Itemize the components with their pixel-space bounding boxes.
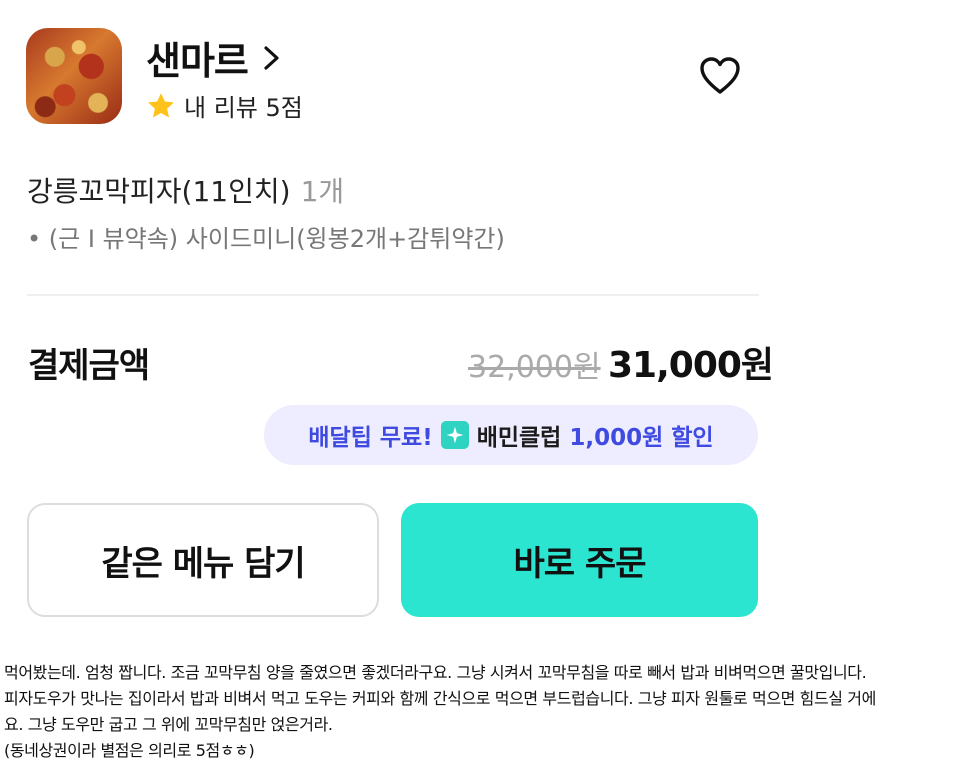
order-now-button[interactable]: 바로 주문 <box>401 503 758 617</box>
promo-badge: 배달팁 무료! 배민클럽 1,000원 할인 <box>264 405 758 465</box>
final-price: 31,000원 <box>608 345 774 386</box>
club-prefix-text: 배민클럽 <box>476 425 562 451</box>
add-same-menu-button[interactable]: 같은 메뉴 담기 <box>27 503 379 617</box>
heart-icon[interactable] <box>699 56 741 96</box>
menu-quantity: 1개 <box>300 175 345 208</box>
my-review-label: 내 리뷰 5점 <box>184 94 303 122</box>
payment-label: 결제금액 <box>28 346 150 386</box>
original-price: 32,000원 <box>468 350 601 385</box>
menu-name: 강릉꼬막피자(11인치) <box>27 175 291 208</box>
store-thumbnail-image[interactable] <box>26 28 122 124</box>
menu-item: 강릉꼬막피자(11인치) 1개 <box>27 170 344 210</box>
free-delivery-text: 배달팁 무료! <box>308 425 433 451</box>
sparkle-icon <box>446 426 464 444</box>
review-line: (동네상권이라 별점은 의리로 5점ㅎㅎ) <box>4 741 255 760</box>
review-line: 피자도우가 맛나는 집이라서 밥과 비벼서 먹고 도우는 커피와 함께 간식으로… <box>4 689 876 708</box>
chevron-right-icon <box>264 45 279 70</box>
star-icon <box>148 92 174 117</box>
menu-option: • (근 I 뷰약속) 사이드미니(윙봉2개+감튀약간) <box>27 225 505 253</box>
review-text-block: 먹어봤는데. 엄청 짭니다. 조금 꼬막무침 양을 줄였으면 좋겠더라구요. 그… <box>4 660 956 764</box>
club-discount-text: 1,000원 할인 <box>569 425 714 451</box>
review-line: 먹어봤는데. 엄청 짭니다. 조금 꼬막무침 양을 줄였으면 좋겠더라구요. 그… <box>4 663 867 682</box>
store-name: 샌마르 <box>146 39 249 83</box>
divider <box>27 294 759 296</box>
my-review-rating: 내 리뷰 5점 <box>146 88 303 123</box>
store-link[interactable]: 샌마르 <box>146 30 284 85</box>
baemin-club-icon <box>440 421 469 449</box>
review-line: 요. 그냥 도우만 굽고 그 위에 꼬막무침만 얹은거라. <box>4 715 333 734</box>
order-history-card: 샌마르 내 리뷰 5점 강릉꼬막피자(11인치) 1개 • (근 I 뷰약속) 사… <box>0 0 960 640</box>
